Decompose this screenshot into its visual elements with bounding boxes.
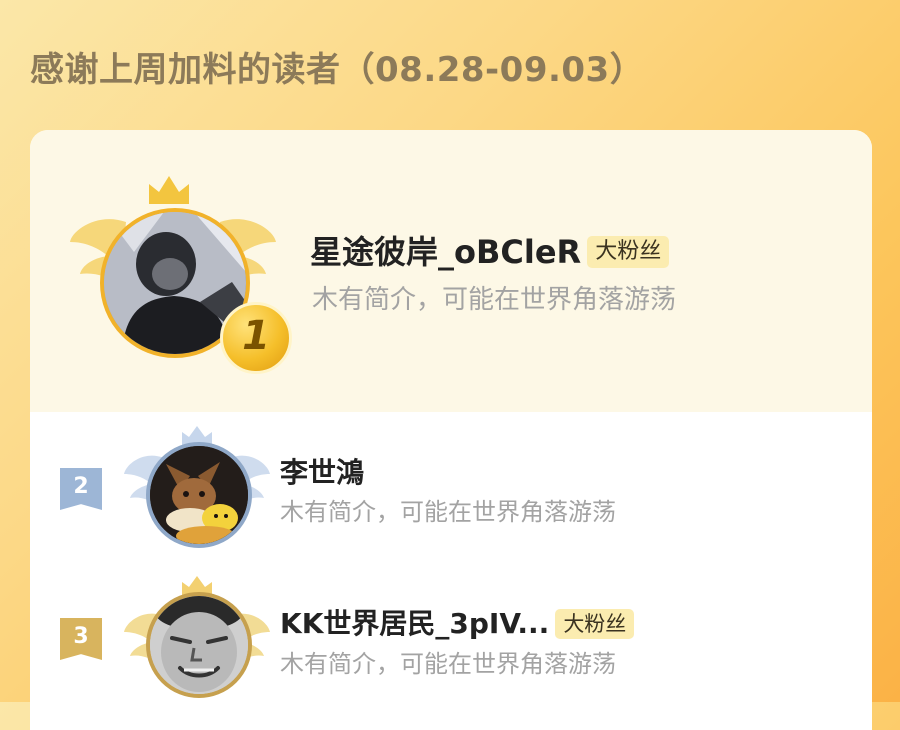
reader-bio: 木有简介，可能在世界角落游荡 — [280, 650, 616, 678]
reader-row-rank-2[interactable]: 2 李世鴻 木有简介，可能在世界角落游荡 — [30, 412, 872, 572]
rank-flag-bronze: 3 — [60, 618, 102, 660]
eevee-and-pikachu-icon — [150, 446, 248, 544]
grinning-face-meme-icon — [150, 596, 248, 694]
reader-row-rank-1[interactable]: 1 星途彼岸_oBCleR 大粉丝 木有简介，可能在世界角落游荡 — [30, 130, 872, 412]
reader-name-line: 李世鴻 — [280, 452, 364, 492]
reader-name-line: KK世界居民_3pIV... 大粉丝 — [280, 602, 635, 645]
avatar[interactable] — [146, 592, 252, 698]
rank-flag-silver: 2 — [60, 468, 102, 510]
page-title: 感谢上周加料的读者（08.28-09.03） — [30, 50, 645, 90]
reader-bio: 木有简介，可能在世界角落游荡 — [280, 498, 616, 526]
avatar[interactable] — [146, 442, 252, 548]
crown-icon — [149, 176, 189, 204]
fan-badge: 大粉丝 — [555, 609, 635, 639]
reader-ranking-card: 1 星途彼岸_oBCleR 大粉丝 木有简介，可能在世界角落游荡 2 李世鴻 木… — [30, 130, 872, 730]
reader-name[interactable]: KK世界居民_3pIV... — [280, 603, 549, 645]
avatar-frame: 1 — [68, 172, 292, 374]
reader-row-rank-3[interactable]: 3 KK世界居民_3pIV... 大粉丝 木有简介，可能在世界角落游荡 — [30, 572, 872, 730]
reader-name[interactable]: 李世鴻 — [280, 453, 364, 493]
reader-name-line: 星途彼岸_oBCleR 大粉丝 — [310, 228, 670, 274]
reader-name[interactable]: 星途彼岸_oBCleR — [310, 230, 581, 274]
reader-bio: 木有简介，可能在世界角落游荡 — [312, 285, 677, 315]
fan-badge: 大粉丝 — [587, 236, 670, 268]
rank-medal-gold: 1 — [220, 302, 292, 374]
